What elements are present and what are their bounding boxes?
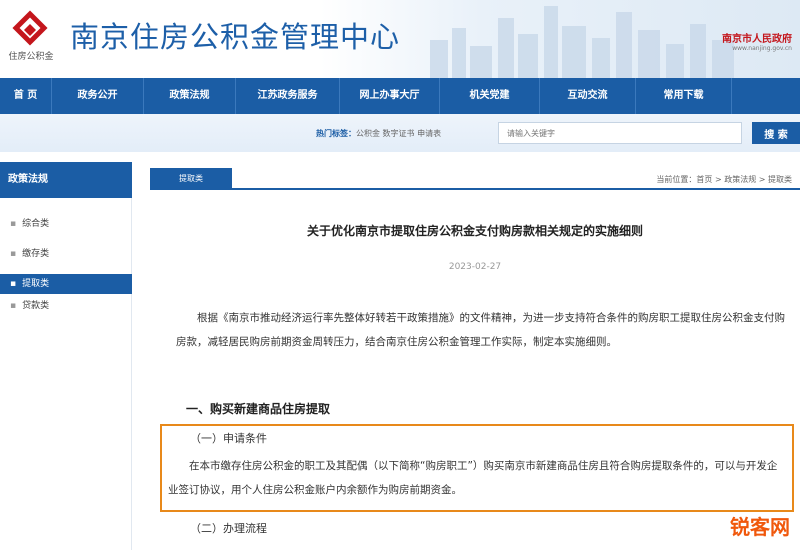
- sidebar-item-general[interactable]: ▪ 综合类: [0, 214, 132, 234]
- logo-caption: 住房公积金: [8, 52, 54, 62]
- hot-tags-list[interactable]: 公积金 数字证书 申请表: [356, 129, 441, 138]
- sidebar-item-deposit[interactable]: ▪ 缴存类: [0, 244, 132, 264]
- article-intro: 根据《南京市推动经济运行率先整体好转若干政策措施》的文件精神，为进一步支持符合条…: [176, 312, 785, 348]
- city-skyline-image: [430, 6, 734, 78]
- section-heading: 一、购买新建商品住房提取: [186, 402, 331, 416]
- search-button[interactable]: 搜 索: [752, 122, 800, 144]
- sidebar: ▪ 综合类 ▪ 缴存类 ▪ 提取类 ▪ 贷款类: [0, 198, 132, 550]
- bullet-icon: ▪: [10, 219, 17, 229]
- site-header: 住房公积金 南京住房公积金管理中心 南京市人民政府 www.nanjing.go…: [0, 0, 800, 78]
- search-input[interactable]: [498, 122, 742, 144]
- site-title[interactable]: 南京住房公积金管理中心: [70, 14, 400, 56]
- nav-item-party[interactable]: 机关党建: [440, 78, 540, 114]
- breadcrumb[interactable]: 当前位置：首页 > 政策法规 > 提取类: [656, 174, 792, 185]
- nav-item-downloads[interactable]: 常用下载: [636, 78, 732, 114]
- subsection-heading-2: （二）办理流程: [190, 522, 267, 535]
- article-date: 2023-02-27: [448, 262, 502, 272]
- bullet-icon: ▪: [10, 249, 17, 259]
- sidebar-item-label: 贷款类: [22, 301, 50, 311]
- gov-name: 南京市人民政府: [722, 34, 792, 45]
- content-tabbar: 提取类 当前位置：首页 > 政策法规 > 提取类: [150, 168, 800, 190]
- nav-item-online-hall[interactable]: 网上办事大厅: [340, 78, 440, 114]
- sidebar-title: 政策法规: [0, 162, 132, 198]
- sidebar-item-label: 综合类: [22, 219, 50, 229]
- sidebar-item-label: 缴存类: [22, 249, 50, 259]
- gov-url: www.nanjing.gov.cn: [732, 45, 792, 52]
- nav-item-jiangsu-service[interactable]: 江苏政务服务: [236, 78, 340, 114]
- tab-withdrawal[interactable]: 提取类: [150, 168, 232, 190]
- article-title: 关于优化南京市提取住房公积金支付购房款相关规定的实施细则: [306, 224, 643, 238]
- bullet-icon: ▪: [10, 301, 17, 311]
- nav-item-home[interactable]: 首 页: [0, 78, 52, 114]
- nav-item-interaction[interactable]: 互动交流: [540, 78, 636, 114]
- subsection-text: 在本市缴存住房公积金的职工及其配偶（以下简称“购房职工”）购买南京市新建商品住房…: [168, 460, 778, 496]
- hot-tags: 热门标签：公积金 数字证书 申请表: [316, 128, 441, 139]
- subsection-heading: （一）申请条件: [190, 432, 267, 445]
- gov-badge[interactable]: 南京市人民政府 www.nanjing.gov.cn: [722, 30, 792, 52]
- main-nav: 首 页 政务公开 政策法规 江苏政务服务 网上办事大厅 机关党建 互动交流 常用…: [0, 78, 800, 114]
- sidebar-item-label: 提取类: [22, 279, 50, 289]
- search-bar: 热门标签：公积金 数字证书 申请表 搜 索: [0, 114, 800, 152]
- nav-item-policy[interactable]: 政策法规: [144, 78, 236, 114]
- watermark-logo: 锐客网: [730, 515, 790, 539]
- sidebar-item-withdrawal[interactable]: ▪ 提取类: [0, 274, 132, 294]
- nav-item-gov-affairs[interactable]: 政务公开: [52, 78, 144, 114]
- sidebar-item-loan[interactable]: ▪ 贷款类: [0, 296, 132, 316]
- bullet-icon: ▪: [10, 279, 17, 289]
- hot-tags-label: 热门标签：: [316, 129, 356, 138]
